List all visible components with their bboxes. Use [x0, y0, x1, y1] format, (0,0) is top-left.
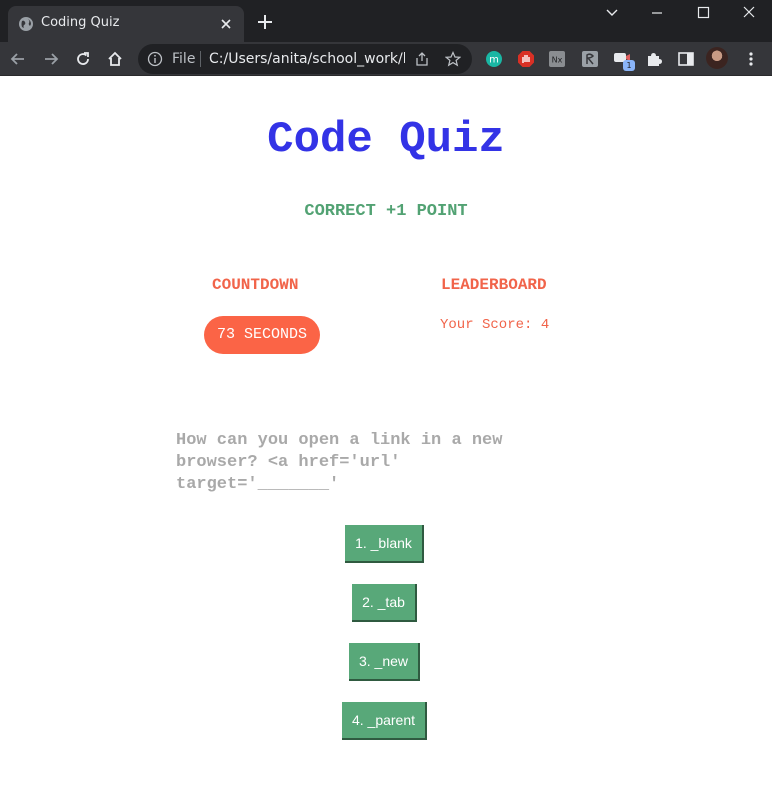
tab-search-chevron-icon[interactable]: [600, 4, 624, 22]
bookmark-star-icon[interactable]: [445, 51, 461, 67]
answer-button-3[interactable]: 3. _new: [349, 643, 420, 681]
maximize-icon[interactable]: [691, 4, 715, 22]
side-panel-icon[interactable]: [677, 50, 695, 68]
share-icon[interactable]: [414, 51, 430, 67]
quiz-page: Code Quiz CORRECT +1 POINT COUNTDOWN 73 …: [0, 77, 772, 796]
extension-m-icon[interactable]: m: [485, 50, 503, 68]
globe-icon: [19, 17, 33, 31]
extension-nx-icon[interactable]: Nx: [548, 50, 566, 68]
forward-arrow-icon[interactable]: [42, 50, 60, 68]
extension-ruler-icon[interactable]: [581, 50, 599, 68]
file-scheme-label: File: [172, 51, 196, 67]
svg-text:m: m: [489, 55, 499, 66]
extension-stop-hand-icon[interactable]: [517, 50, 535, 68]
extension-badge-count: 1: [623, 60, 635, 71]
answer-button-2[interactable]: 2. _tab: [352, 584, 417, 622]
close-tab-icon[interactable]: [218, 16, 234, 32]
answer-button-1[interactable]: 1. _blank: [345, 525, 424, 563]
reload-icon[interactable]: [74, 50, 92, 68]
browser-tab-strip: Coding Quiz: [0, 0, 772, 42]
address-separator: [200, 51, 201, 67]
info-icon[interactable]: [147, 51, 163, 67]
minimize-icon[interactable]: [645, 4, 669, 22]
window-close-icon[interactable]: [737, 4, 761, 22]
address-bar[interactable]: File C:/Users/anita/school_work/h...: [138, 44, 472, 74]
browser-toolbar: File C:/Users/anita/school_work/h... m N…: [0, 42, 772, 76]
question-text: How can you open a link in a new browser…: [176, 431, 503, 494]
score-display: Your Score: 4: [440, 317, 550, 333]
answer-button-4[interactable]: 4. _parent: [342, 702, 427, 740]
profile-avatar[interactable]: [706, 47, 728, 69]
countdown-timer: 73 SECONDS: [204, 316, 320, 354]
new-tab-plus-icon[interactable]: [256, 13, 274, 31]
extensions-puzzle-icon[interactable]: [645, 50, 663, 68]
url-text[interactable]: C:/Users/anita/school_work/h...: [209, 51, 405, 67]
home-icon[interactable]: [106, 50, 124, 68]
menu-kebab-icon[interactable]: [742, 50, 760, 68]
page-title: Code Quiz: [267, 115, 505, 165]
answer-feedback: CORRECT +1 POINT: [304, 202, 468, 221]
tab-title: Coding Quiz: [41, 15, 120, 30]
leaderboard-link[interactable]: LEADERBOARD: [441, 276, 547, 294]
back-arrow-icon[interactable]: [9, 50, 27, 68]
svg-text:Nx: Nx: [552, 56, 563, 65]
browser-tab[interactable]: Coding Quiz: [8, 6, 244, 42]
countdown-heading: COUNTDOWN: [212, 276, 299, 294]
